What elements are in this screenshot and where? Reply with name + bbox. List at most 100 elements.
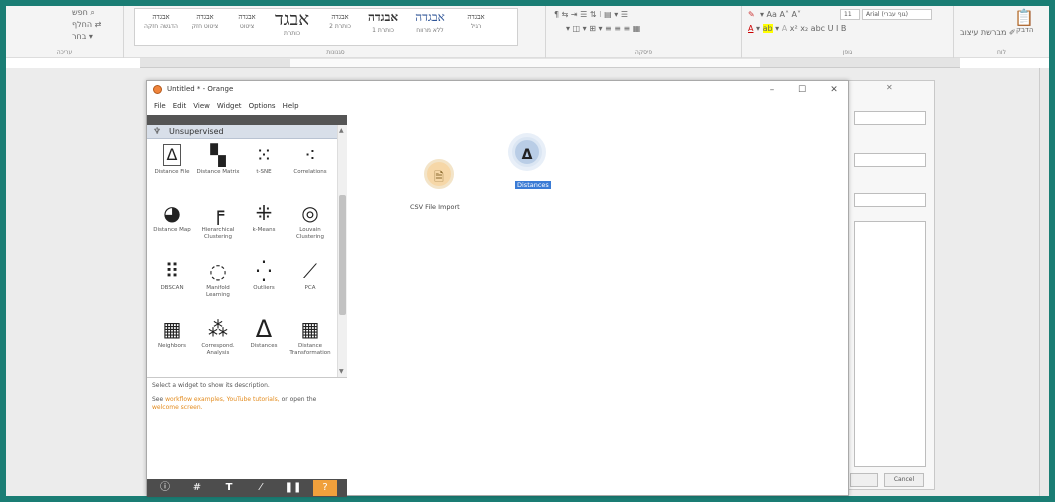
widget-distance-file[interactable]: Δ Distance File: [149, 141, 195, 199]
csv-node-label[interactable]: CSV File Import: [410, 203, 460, 211]
font-size-field[interactable]: 11: [840, 9, 860, 20]
ribbon-group-paragraph: ¶ ⇆ ⇥ ☰ ⇅ ⁝ ▤ ▾ ☰ ▾ ◫ ▾ ⊞ ▾ ≡ ≡ ≡ ▦ פיסק…: [546, 6, 742, 58]
font-group-label: גופן: [842, 49, 853, 56]
menu-file[interactable]: File: [154, 102, 166, 110]
widget-outliers[interactable]: ⁛ Outliers: [241, 257, 287, 315]
distance-matrix-icon: ▚: [210, 143, 226, 167]
dbscan-icon: ⠿: [164, 259, 180, 283]
widget-louvain-clustering[interactable]: ◎ Louvain Clustering: [287, 199, 333, 257]
distance-file-icon: Δ: [163, 144, 181, 166]
distance-transformation-icon: ▦: [300, 317, 320, 341]
dialog-dropdown[interactable]: [854, 111, 926, 125]
category-unsupervised[interactable]: ♆ Unsupervised: [147, 125, 337, 139]
widget-panel: ♆ Unsupervised ▲ ▼ Δ Distance File ▚ Dista…: [147, 115, 347, 497]
close-icon[interactable]: ✕: [819, 81, 849, 99]
orange-window: Untitled * - Orange – ☐ ✕ File Edit View Wi…: [146, 80, 849, 497]
unsupervised-icon: ♆: [153, 127, 162, 137]
minimize-icon[interactable]: –: [757, 81, 787, 99]
dialog-button[interactable]: [850, 473, 878, 487]
find-button[interactable]: חפש ⌕: [72, 8, 95, 18]
panel-scrollbar[interactable]: ▲ ▼: [337, 125, 347, 377]
widget-correlations[interactable]: ⁖ Correlations: [287, 141, 333, 199]
orange-logo-icon: [153, 85, 162, 94]
louvain-clustering-icon: ◎: [301, 201, 319, 225]
pause-icon[interactable]: ❚❚: [281, 480, 305, 496]
manifold-learning-icon: ◌: [209, 259, 227, 283]
grid-icon[interactable]: #: [185, 480, 209, 496]
clipboard-group-label: לוח: [997, 49, 1006, 56]
scroll-up-icon[interactable]: ▲: [339, 127, 344, 134]
widget-pca[interactable]: ⟋ PCA: [287, 257, 333, 315]
menu-options[interactable]: Options: [249, 102, 276, 110]
paragraph-group-label: פיסקה: [634, 49, 653, 56]
maximize-icon[interactable]: ☐: [787, 81, 817, 99]
ribbon-group-styles: סגנונות: [126, 6, 546, 58]
window-title: Untitled * - Orange: [167, 85, 234, 93]
examples-link[interactable]: workflow examples, YouTube tutorials,: [165, 396, 280, 403]
paste-label[interactable]: הדבק: [1016, 26, 1033, 34]
outliers-icon: ⁛: [256, 259, 272, 283]
workflow-canvas[interactable]: 🗎 CSV File Import Δ Distances: [348, 99, 848, 495]
widget-distance-transformation[interactable]: ▦ Distance Transformation: [287, 315, 333, 373]
description-links: See workflow examples, YouTube tutorials…: [152, 396, 317, 411]
menu-view[interactable]: View: [193, 102, 210, 110]
widget-neighbors[interactable]: ▦ Neighbors: [149, 315, 195, 373]
line-icon[interactable]: ⁄: [249, 480, 273, 496]
menu-help[interactable]: Help: [283, 102, 299, 110]
clear-format-icon[interactable]: ✎: [748, 10, 755, 19]
correspondence-analysis-icon: ⁂: [208, 317, 228, 341]
font-color-row[interactable]: A ▾ ab ▾ A x² x₂ abc U I B: [748, 24, 846, 33]
window-titlebar[interactable]: Untitled * - Orange – ☐ ✕: [147, 81, 848, 99]
description-text: Select a widget to show its description.: [152, 382, 270, 389]
widget-distance-map[interactable]: ◕ Distance Map: [149, 199, 195, 257]
widget-distance-matrix[interactable]: ▚ Distance Matrix: [195, 141, 241, 199]
dialog-list[interactable]: [854, 221, 926, 467]
background-dialog: ✕ Cancel: [845, 80, 935, 490]
font-size-icons[interactable]: ▾ Aa A˄ A˅: [760, 10, 801, 19]
paragraph-icons-row2[interactable]: ▾ ◫ ▾ ⊞ ▾ ≡ ≡ ≡ ▦: [566, 24, 640, 33]
menu-widget[interactable]: Widget: [217, 102, 242, 110]
t-sne-icon: ⁙: [255, 143, 273, 167]
bottom-toolbar: ⓘ # T ⁄ ❚❚ ?: [147, 479, 347, 497]
paragraph-icons-row1[interactable]: ¶ ⇆ ⇥ ☰ ⇅ ⁝ ▤ ▾ ☰: [554, 10, 628, 19]
dialog-dropdown[interactable]: [854, 193, 926, 207]
format-painter-button[interactable]: מברשת עיצוב ✐: [960, 28, 1016, 37]
help-icon[interactable]: ?: [313, 480, 337, 496]
menu-edit[interactable]: Edit: [173, 102, 187, 110]
widget-description: Select a widget to show its description.…: [147, 377, 347, 479]
info-icon[interactable]: ⓘ: [153, 480, 177, 496]
word-ribbon: חפש ⌕ החלף ⇄ בחר ▾ עריכה אבגדה הדגשה חזק…: [6, 6, 1049, 58]
cancel-button[interactable]: Cancel: [884, 473, 924, 487]
csv-file-import-node[interactable]: 🗎: [424, 159, 454, 189]
distance-map-icon: ◕: [163, 201, 181, 225]
text-icon[interactable]: T: [217, 480, 241, 496]
distances-node[interactable]: Δ: [512, 137, 542, 167]
distances-icon: Δ: [521, 147, 533, 163]
font-name-field[interactable]: Arial (גוף עברי): [862, 9, 932, 20]
dialog-dropdown[interactable]: [854, 153, 926, 167]
widget-hierarchical-clustering[interactable]: ╒ Hierarchical Clustering: [195, 199, 241, 257]
widget-k-means[interactable]: ⁜ k-Means: [241, 199, 287, 257]
widget-dbscan[interactable]: ⠿ DBSCAN: [149, 257, 195, 315]
pca-icon: ⟋: [303, 259, 317, 283]
widget-t-sne[interactable]: ⁙ t-SNE: [241, 141, 287, 199]
widget-grid: Δ Distance File ▚ Distance Matrix ⁙ t-SNE ⁖…: [149, 141, 335, 375]
select-button[interactable]: בחר ▾: [72, 32, 93, 41]
paste-icon[interactable]: 📋: [1014, 8, 1034, 27]
distances-node-label[interactable]: Distances: [515, 181, 551, 189]
widget-correspondence-analysis[interactable]: ⁂ Correspond. Analysis: [195, 315, 241, 373]
distances-icon: Δ: [255, 315, 273, 343]
replace-button[interactable]: החלף ⇄: [72, 20, 101, 29]
horizontal-ruler[interactable]: [140, 58, 960, 68]
menu-bar: File Edit View Widget Options Help: [147, 101, 347, 113]
vertical-ruler[interactable]: [1039, 68, 1049, 496]
widget-distances[interactable]: Δ Distances: [241, 315, 287, 373]
close-icon[interactable]: ✕: [886, 83, 893, 92]
csv-file-icon: 🗎: [434, 170, 444, 184]
widget-manifold-learning[interactable]: ◌ Manifold Learning: [195, 257, 241, 315]
scroll-down-icon[interactable]: ▼: [339, 368, 344, 375]
neighbors-icon: ▦: [162, 317, 182, 341]
scroll-thumb[interactable]: [339, 195, 346, 315]
editing-group-label: עריכה: [56, 49, 73, 56]
welcome-screen-link[interactable]: welcome screen.: [152, 404, 203, 411]
